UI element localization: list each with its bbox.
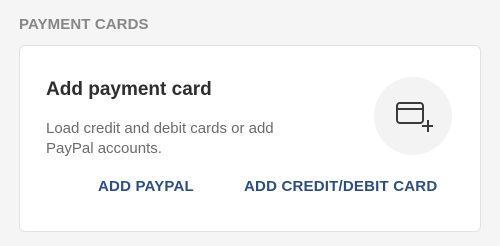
icon-container bbox=[374, 77, 452, 155]
add-credit-debit-card-button[interactable]: ADD CREDIT/DEBIT CARD bbox=[244, 178, 437, 195]
card-title: Add payment card bbox=[46, 79, 212, 100]
add-payment-card: Add payment card Load credit and debit c… bbox=[19, 45, 481, 232]
card-description: Load credit and debit cards or add PayPa… bbox=[46, 120, 274, 157]
section-header: PAYMENT CARDS bbox=[19, 16, 149, 33]
add-paypal-button[interactable]: ADD PAYPAL bbox=[98, 178, 194, 195]
add-card-icon bbox=[396, 102, 433, 132]
